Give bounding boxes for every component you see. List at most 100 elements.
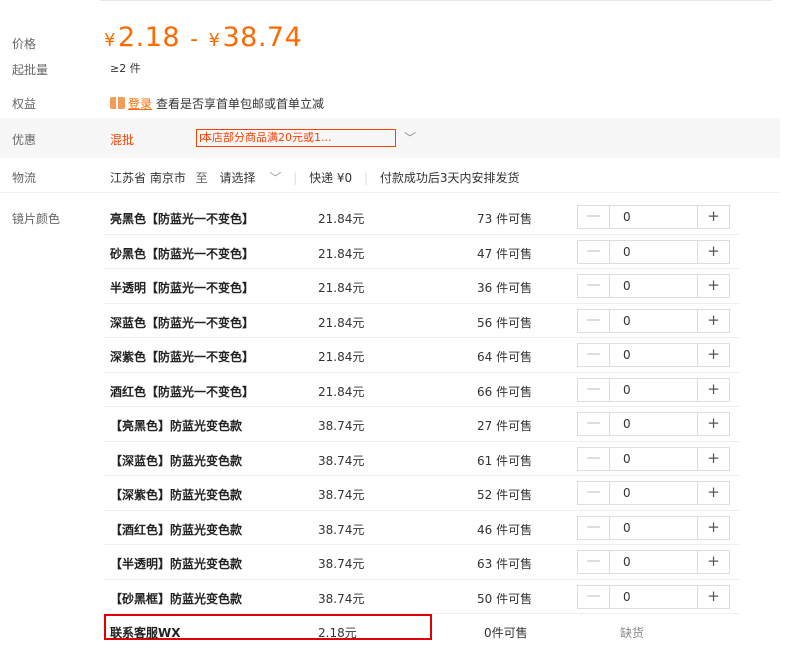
quantity-stepper: —0 + [577,550,730,574]
destination-select[interactable]: 请选择 [220,171,256,185]
quantity-input[interactable]: 0 [611,551,699,573]
mixed-batch-tag: 混批 [110,133,135,147]
quantity-input[interactable]: 0 [611,344,699,366]
sku-row: 【深蓝色】防蓝光变色款 38.74元 61 件可售 —0 + [104,442,740,476]
sku-row: 【亮黑色】防蓝光变色款 38.74元 27 件可售 —0 + [104,407,740,442]
quantity-input[interactable]: 0 [611,517,699,539]
sku-stock: 66 件可售 [477,384,533,399]
sku-price: 21.84元 [318,281,365,295]
sku-row: 【砂黑框】防蓝光变色款 38.74元 50 件可售 —0 + [104,580,740,614]
decrease-button[interactable]: — [578,413,610,435]
login-link[interactable]: 登录 [128,97,152,111]
sku-price: 2.18元 [318,626,357,640]
quantity-stepper: —0 + [577,239,730,264]
sku-row: 深蓝色【防蓝光一不变色】 21.84元 56 件可售 —0 + [104,304,740,338]
benefit-row: 登录 查看是否享首单包邮或首单立减 [110,95,324,112]
logistics-row: 江苏省 南京市 至 请选择 ﹀ | 快递 ¥0 | 付款成功后3天内安排发货 [110,169,520,186]
sku-price: 21.84元 [318,350,365,364]
sku-price: 38.74元 [318,453,365,468]
decrease-button[interactable]: — [578,378,610,401]
quantity-stepper: —0 + [577,205,730,229]
sku-name: 亮黑色【防蓝光一不变色】 [110,212,255,226]
quantity-stepper: —0 + [577,343,730,367]
decrease-button[interactable]: — [578,275,610,297]
decrease-button[interactable]: — [578,516,610,539]
sku-name: 酒红色【防蓝光一不变色】 [110,384,255,399]
sku-price: 38.74元 [318,419,365,433]
increase-button[interactable]: + [697,275,729,297]
increase-button[interactable]: + [697,482,729,504]
sku-name: 半透明【防蓝光一不变色】 [110,281,255,295]
shipping-note: 付款成功后3天内安排发货 [379,171,520,185]
sku-price: 21.84元 [318,384,365,399]
sku-row: 半透明【防蓝光一不变色】 21.84元 36 件可售 —0 + [104,269,740,304]
out-of-stock-label: 缺货 [620,626,645,640]
chevron-down-icon[interactable]: ﹀ [269,171,281,185]
price-max: 38.74 [222,22,303,53]
quantity-input[interactable]: 0 [611,241,699,263]
sku-stock: 73 件可售 [477,212,533,226]
min-batch-label: 起批量 [12,63,49,77]
quantity-stepper: —0 + [577,377,730,402]
increase-button[interactable]: + [697,413,729,435]
decrease-button[interactable]: — [578,344,610,366]
sku-stock: 61 件可售 [477,453,533,468]
sku-stock: 0件可售 [484,626,528,640]
sku-list: 亮黑色【防蓝光一不变色】 21.84元 73 件可售 —0 + 砂黑色【防蓝光一不变色】 2… [104,200,740,649]
chevron-down-icon[interactable]: ﹀ [404,129,416,146]
increase-button[interactable]: + [697,309,729,332]
to-label: 至 [195,171,208,185]
sku-stock: 52 件可售 [477,488,533,502]
decrease-button[interactable]: — [578,482,610,504]
increase-button[interactable]: + [697,378,729,401]
sku-stock: 46 件可售 [477,522,533,537]
price-separator: - [190,27,199,52]
sku-name: 【半透明】防蓝光变色款 [110,557,243,571]
decrease-button[interactable]: — [578,309,610,332]
sku-name: 【亮黑色】防蓝光变色款 [110,419,243,433]
quantity-input[interactable]: 0 [611,482,699,504]
increase-button[interactable]: + [697,206,729,228]
sku-name: 深紫色【防蓝光一不变色】 [110,350,255,364]
sku-stock: 56 件可售 [477,315,533,330]
quantity-input[interactable]: 0 [611,586,699,608]
sku-stock: 36 件可售 [477,281,533,295]
quantity-input[interactable]: 0 [611,379,699,401]
currency-symbol: ¥ [208,30,221,51]
increase-button[interactable]: + [697,447,729,470]
divider: | [363,171,369,185]
promotion-tag[interactable]: 本店部分商品满20元或1... [196,129,396,147]
currency-symbol: ¥ [104,30,116,51]
quantity-input[interactable]: 0 [611,275,699,297]
increase-button[interactable]: + [697,344,729,366]
top-divider [100,0,772,3]
sku-stock: 27 件可售 [477,419,533,433]
promotion-label: 优惠 [12,133,37,147]
decrease-button[interactable]: — [578,585,610,608]
sku-stock: 47 件可售 [477,246,533,261]
quantity-input[interactable]: 0 [611,448,699,470]
decrease-button[interactable]: — [578,240,610,263]
quantity-input[interactable]: 0 [611,413,699,435]
increase-button[interactable]: + [697,551,729,573]
sku-name: 【酒红色】防蓝光变色款 [110,522,243,537]
sku-stock: 50 件可售 [477,591,533,606]
sku-price: 38.74元 [318,557,365,571]
gift-icon [110,97,125,109]
decrease-button[interactable]: — [578,447,610,470]
quantity-stepper: —0 + [577,481,730,505]
increase-button[interactable]: + [697,240,729,263]
sku-name: 【深紫色】防蓝光变色款 [110,488,243,502]
decrease-button[interactable]: — [578,206,610,228]
price-range: ¥2.18- ¥38.74 [104,22,302,53]
sku-price: 38.74元 [318,591,365,606]
quantity-input[interactable]: 0 [611,206,699,228]
quantity-stepper: —0 + [577,412,730,436]
increase-button[interactable]: + [697,585,729,608]
sku-row: 亮黑色【防蓝光一不变色】 21.84元 73 件可售 —0 + [104,200,740,235]
quantity-stepper: —0 + [577,274,730,298]
quantity-input[interactable]: 0 [611,310,699,332]
sku-stock: 64 件可售 [477,350,533,364]
increase-button[interactable]: + [697,516,729,539]
decrease-button[interactable]: — [578,551,610,573]
